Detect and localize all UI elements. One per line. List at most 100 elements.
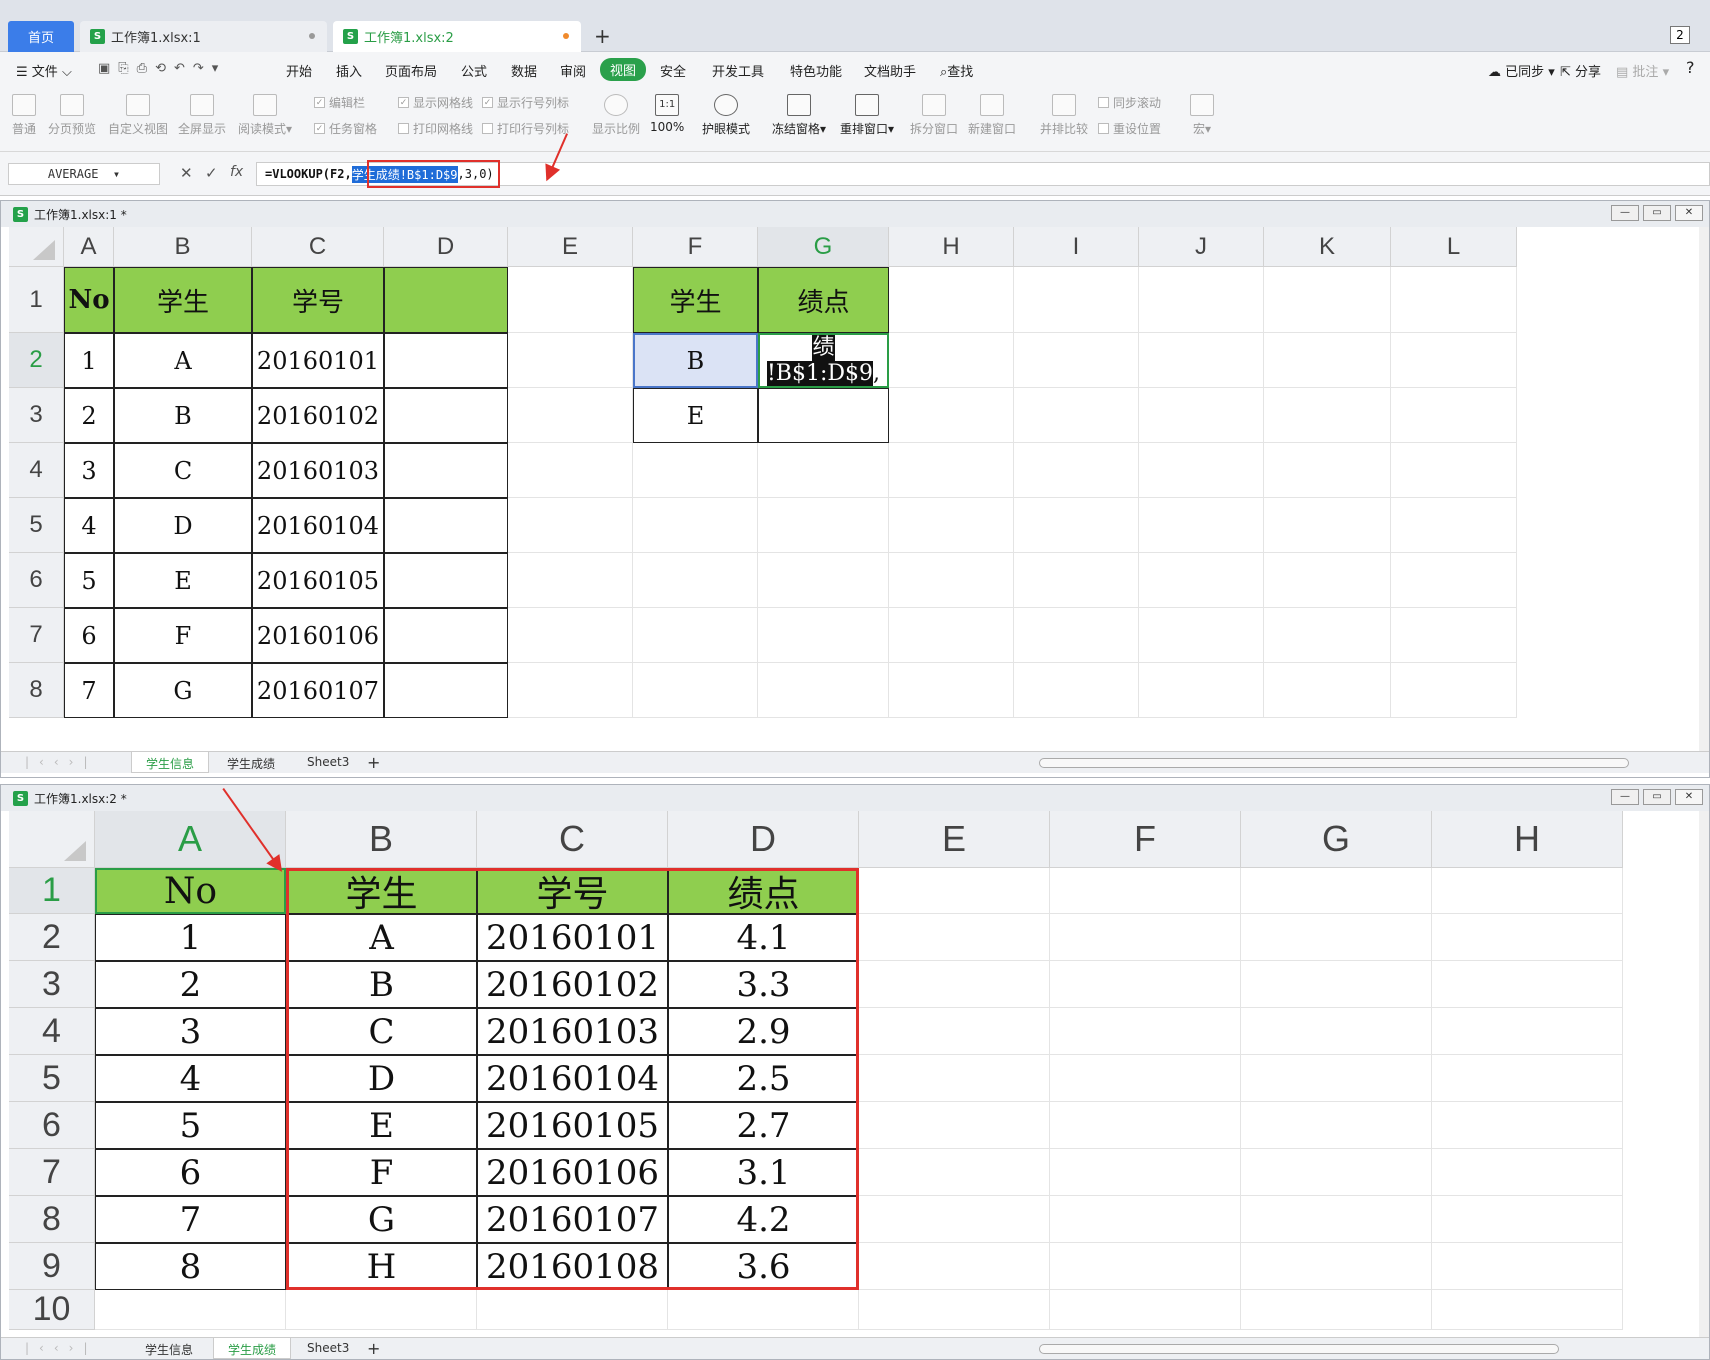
grid-cell[interactable] xyxy=(1391,553,1517,608)
grid-cell[interactable] xyxy=(1241,914,1432,961)
grid-cell[interactable] xyxy=(1139,267,1264,333)
table-cell[interactable]: F xyxy=(114,608,252,663)
grid-cell[interactable] xyxy=(859,1102,1050,1149)
grid-cell[interactable] xyxy=(1014,333,1139,388)
table-cell[interactable]: 5 xyxy=(95,1102,286,1149)
grid-cell[interactable] xyxy=(1391,388,1517,443)
menu-item-security[interactable]: 安全 xyxy=(660,61,686,80)
grid-cell[interactable] xyxy=(1432,868,1623,914)
restore-button[interactable]: ▭ xyxy=(1643,789,1671,805)
grid-cell[interactable] xyxy=(859,914,1050,961)
table-cell[interactable] xyxy=(384,443,508,498)
grid-cell[interactable] xyxy=(1432,1290,1623,1330)
grid-cell[interactable] xyxy=(508,608,633,663)
lookup-cell[interactable] xyxy=(758,388,889,443)
grid-cell[interactable] xyxy=(668,1290,859,1330)
grid-cell[interactable] xyxy=(1050,914,1241,961)
checkbox-task-pane[interactable]: ✓ 任务窗格 xyxy=(314,120,377,137)
table-cell[interactable]: 2 xyxy=(95,961,286,1008)
table-cell[interactable] xyxy=(384,388,508,443)
grid-cell[interactable] xyxy=(889,498,1014,553)
table-cell[interactable]: G xyxy=(114,663,252,718)
menu-item-insert[interactable]: 插入 xyxy=(336,61,362,80)
grid-cell[interactable] xyxy=(758,498,889,553)
column-header[interactable]: F xyxy=(1050,811,1241,868)
lookup-header-cell[interactable]: 学生 xyxy=(633,267,758,333)
confirm-icon[interactable]: ✓ xyxy=(205,164,218,182)
close-button[interactable]: ✕ xyxy=(1675,789,1703,805)
checkbox-formula-bar[interactable]: ✓ 编辑栏 xyxy=(314,94,365,111)
table-cell[interactable]: 4 xyxy=(95,1055,286,1102)
grid-cell[interactable] xyxy=(1014,498,1139,553)
grid-cell[interactable] xyxy=(1139,498,1264,553)
sheet-nav-arrows[interactable]: |‹‹›| xyxy=(25,755,97,769)
sheet-nav-arrows[interactable]: |‹‹›| xyxy=(25,1341,97,1355)
grid-cell[interactable] xyxy=(1139,608,1264,663)
add-sheet-button[interactable]: + xyxy=(367,1339,380,1358)
menu-item-doc-assistant[interactable]: 文档助手 xyxy=(864,61,916,80)
grid-cell[interactable] xyxy=(633,443,758,498)
grid-cell[interactable] xyxy=(1014,663,1139,718)
new-tab-button[interactable]: + xyxy=(594,24,611,48)
arrange-windows-button[interactable]: 重排窗口▾ xyxy=(840,94,894,137)
search-menu[interactable]: ⌕查找 xyxy=(940,61,973,80)
checkbox-show-gridlines[interactable]: ✓ 显示网格线 xyxy=(398,94,473,111)
table-cell[interactable]: 20160101 xyxy=(252,333,384,388)
grid-cell[interactable] xyxy=(1432,1243,1623,1290)
minimize-button[interactable]: — xyxy=(1611,205,1639,221)
sheet-tab-sheet3[interactable]: Sheet3 xyxy=(293,752,363,773)
row-header[interactable]: 4 xyxy=(9,1008,95,1055)
sheet-grid-2[interactable]: A B C D E F G H 1 2 3 4 5 6 7 8 9 10 No 学生 学号 绩点 1 A 20160101 4.1… xyxy=(9,811,1701,1337)
table-cell[interactable]: 20160106 xyxy=(252,608,384,663)
tab-workbook-2[interactable]: S 工作簿1.xlsx:2 xyxy=(333,21,581,52)
table-header-cell[interactable]: 学生 xyxy=(114,267,252,333)
vertical-scrollbar[interactable] xyxy=(1699,227,1709,751)
grid-cell[interactable] xyxy=(1264,608,1391,663)
grid-cell[interactable] xyxy=(1050,961,1241,1008)
grid-cell[interactable] xyxy=(1014,553,1139,608)
table-cell[interactable] xyxy=(384,608,508,663)
freeze-panes-button[interactable]: 冻结窗格▾ xyxy=(772,94,826,137)
grid-cell[interactable] xyxy=(477,1290,668,1330)
menu-item-developer[interactable]: 开发工具 xyxy=(712,61,764,80)
grid-cell[interactable] xyxy=(1050,1055,1241,1102)
table-cell[interactable]: A xyxy=(114,333,252,388)
checkbox-print-headings[interactable]: 打印行号列标 xyxy=(482,120,569,137)
grid-cell[interactable] xyxy=(633,498,758,553)
sheet-tab-student-grades[interactable]: 学生成绩 xyxy=(213,752,289,773)
grid-cell[interactable] xyxy=(633,663,758,718)
grid-cell[interactable] xyxy=(859,1055,1050,1102)
table-cell[interactable]: C xyxy=(114,443,252,498)
reset-position-button[interactable]: 重设位置 xyxy=(1098,120,1161,137)
table-cell[interactable]: 20160104 xyxy=(252,498,384,553)
sheet-tab-student-info[interactable]: 学生信息 xyxy=(131,752,210,773)
column-header[interactable]: D xyxy=(384,227,508,267)
grid-cell[interactable] xyxy=(1014,388,1139,443)
insert-function-button[interactable]: fx xyxy=(230,164,243,180)
grid-cell[interactable] xyxy=(1050,868,1241,914)
row-header[interactable]: 1 xyxy=(9,868,95,914)
sheet-tab-sheet3[interactable]: Sheet3 xyxy=(293,1338,363,1359)
column-header[interactable]: E xyxy=(508,227,633,267)
grid-cell[interactable] xyxy=(1432,1055,1623,1102)
row-header[interactable]: 3 xyxy=(9,961,95,1008)
grid-cell[interactable] xyxy=(1432,1196,1623,1243)
column-header[interactable]: J xyxy=(1139,227,1264,267)
table-cell[interactable]: 3 xyxy=(64,443,114,498)
grid-cell[interactable] xyxy=(508,498,633,553)
table-cell[interactable]: E xyxy=(114,553,252,608)
zoom-button[interactable]: 显示比例 xyxy=(592,94,640,137)
column-header[interactable]: C xyxy=(477,811,668,868)
horizontal-scrollbar[interactable] xyxy=(1039,758,1629,768)
grid-cell[interactable] xyxy=(1014,608,1139,663)
row-header[interactable]: 6 xyxy=(9,553,64,608)
tab-workbook-1[interactable]: S 工作簿1.xlsx:1 xyxy=(80,21,327,52)
table-cell[interactable]: 7 xyxy=(95,1196,286,1243)
table-header-cell[interactable] xyxy=(384,267,508,333)
grid-cell[interactable] xyxy=(859,1290,1050,1330)
quick-access-icons[interactable]: ▣⎘⎙⟲↶↷▾ xyxy=(98,61,226,76)
grid-cell[interactable] xyxy=(508,663,633,718)
share-button[interactable]: ⇱ 分享 xyxy=(1560,61,1601,80)
grid-cell[interactable] xyxy=(1391,443,1517,498)
grid-cell[interactable] xyxy=(889,663,1014,718)
